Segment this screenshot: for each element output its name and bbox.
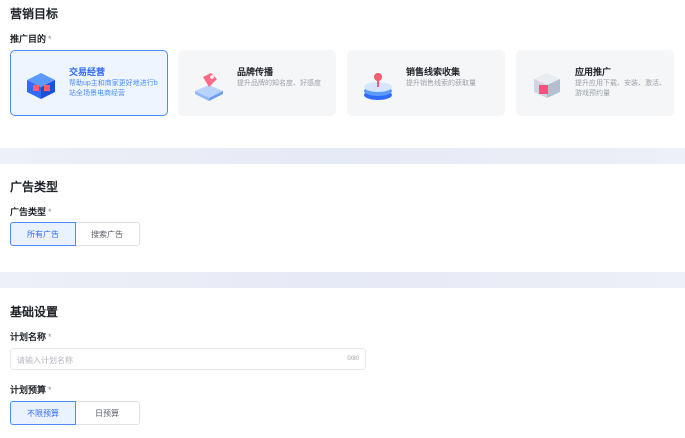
required-mark: * xyxy=(48,207,52,217)
plan-name-placeholder: 请输入计划名称 xyxy=(17,356,73,365)
required-mark: * xyxy=(48,332,52,342)
card-description: 提升销售线索的获取量 xyxy=(406,80,476,87)
card-title: 品牌传播 xyxy=(237,67,274,77)
ad-type-label: 广告类型 xyxy=(10,207,47,217)
ad-type-section: 广告类型 广告类型 * 所有广告 搜索广告 xyxy=(0,164,685,272)
section-title-basic-settings: 基础设置 xyxy=(10,305,59,319)
char-counter: 0/80 xyxy=(347,356,359,362)
plan-name-input[interactable]: 请输入计划名称 0/80 xyxy=(10,348,366,370)
goal-card-transaction[interactable]: 交易经营 帮助up主和商家更好地进行b站全场景电商经营 xyxy=(10,50,168,116)
ad-type-search-button[interactable]: 搜索广告 xyxy=(74,222,140,246)
plan-name-label: 计划名称 xyxy=(10,332,47,342)
section-divider xyxy=(0,272,685,288)
field-label-plan-name: 计划名称 * xyxy=(10,330,52,343)
budget-unlimited-button[interactable]: 不限预算 xyxy=(10,401,76,425)
card-title: 销售线索收集 xyxy=(406,67,461,77)
marketing-goal-section: 营销目标 推广目的 * 交易经营 帮助up主和商家更好地进行b站全场景电商经营 品… xyxy=(0,0,685,148)
brand-tag-icon xyxy=(195,73,223,101)
card-description: 提升应用下载、安装、激活、游戏预约量 xyxy=(575,80,666,97)
card-title: 交易经营 xyxy=(69,67,106,77)
plan-budget-label: 计划预算 xyxy=(10,385,47,395)
field-label-ad-type: 广告类型 * xyxy=(10,205,52,218)
required-mark: * xyxy=(48,34,52,44)
lead-stack-icon xyxy=(364,73,392,100)
section-title-marketing-goal: 营销目标 xyxy=(10,7,59,21)
card-description: 帮助up主和商家更好地进行b站全场景电商经营 xyxy=(69,80,158,97)
required-mark: * xyxy=(48,385,52,395)
section-title-ad-type: 广告类型 xyxy=(10,180,59,194)
app-box-icon xyxy=(534,73,560,98)
ad-type-all-button[interactable]: 所有广告 xyxy=(10,222,76,246)
goal-card-brand[interactable]: 品牌传播 提升品牌的知名度、好感度 xyxy=(178,50,336,116)
goal-card-app[interactable]: 应用推广 提升应用下载、安装、激活、游戏预约量 xyxy=(516,50,674,116)
goal-card-leads[interactable]: 销售线索收集 提升销售线索的获取量 xyxy=(347,50,505,116)
promotion-purpose-label: 推广目的 xyxy=(10,34,47,44)
card-title: 应用推广 xyxy=(575,67,612,77)
field-label-plan-budget: 计划预算 * xyxy=(10,383,52,396)
budget-daily-button[interactable]: 日预算 xyxy=(74,401,140,425)
field-label-promotion-purpose: 推广目的 * xyxy=(10,32,52,45)
section-divider xyxy=(0,148,685,164)
card-description: 提升品牌的知名度、好感度 xyxy=(237,80,321,87)
shop-box-icon xyxy=(27,73,55,99)
